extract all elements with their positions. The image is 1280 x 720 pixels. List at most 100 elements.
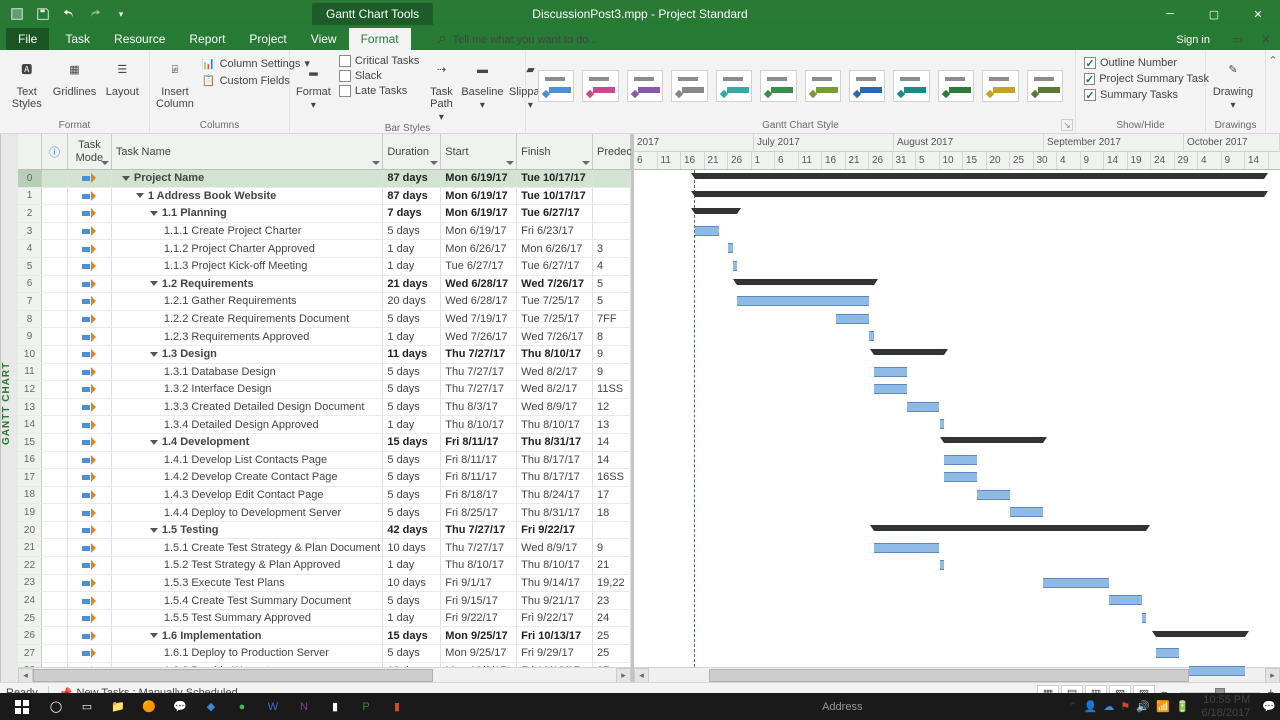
summary-bar[interactable] [737,279,873,285]
summary-bar[interactable] [874,349,945,355]
task-row[interactable]: 61.2 Requirements21 daysWed 6/28/17Wed 7… [18,276,631,294]
task-bar[interactable] [869,331,874,341]
predecessor-cell[interactable]: 5 [593,276,631,293]
task-name-cell[interactable]: 1.3 Design [112,346,384,363]
task-path-button[interactable]: ⇢Task Path▾ [427,52,455,123]
task-mode-cell[interactable] [68,381,112,398]
finish-cell[interactable]: Wed 8/2/17 [517,364,593,381]
task-name-cell[interactable]: 1.3.2 Interface Design [112,381,384,398]
row-number[interactable]: 11 [18,364,42,381]
layout-button[interactable]: ☰Layout [102,52,144,98]
scroll-right-icon[interactable]: ▸ [616,668,631,683]
task-bar[interactable] [940,560,945,570]
format-bar-button[interactable]: ▂Format▾ [296,52,331,111]
task-row[interactable]: 111.3.1 Database Design5 daysThu 7/27/17… [18,364,631,382]
task-row[interactable]: 271.6.1 Deploy to Production Server5 day… [18,645,631,663]
finish-cell[interactable]: Tue 7/25/17 [517,311,593,328]
task-mode-cell[interactable] [68,522,112,539]
row-number[interactable]: 18 [18,487,42,504]
row-number[interactable]: 26 [18,627,42,644]
finish-cell[interactable]: Fri 9/22/17 [517,522,593,539]
start-cell[interactable]: Mon 6/19/17 [441,188,517,205]
task-row[interactable]: 121.3.2 Interface Design5 daysThu 7/27/1… [18,381,631,399]
gantt-style-thumb[interactable] [1027,70,1063,102]
predecessor-cell[interactable]: 23 [593,592,631,609]
duration-cell[interactable]: 5 days [383,592,441,609]
duration-cell[interactable]: 1 day [383,258,441,275]
start-cell[interactable]: Thu 7/27/17 [441,346,517,363]
predecessor-cell[interactable] [593,205,631,222]
start-cell[interactable]: Wed 6/28/17 [441,293,517,310]
task-mode-cell[interactable] [68,170,112,187]
undo-icon[interactable] [58,3,80,25]
task-mode-cell[interactable] [68,504,112,521]
duration-cell[interactable]: 11 days [383,346,441,363]
finish-cell[interactable]: Thu 8/17/17 [517,452,593,469]
tell-me-search[interactable]: Tell me what you want to do... [431,30,602,50]
finish-cell[interactable]: Thu 8/17/17 [517,469,593,486]
tray-notifications-icon[interactable]: 💬 [1262,700,1276,713]
tray-volume-icon[interactable]: 🔊 [1136,700,1150,713]
task-name-cell[interactable]: 1.3.3 Created Detailed Design Document [112,399,384,416]
task-name-cell[interactable]: 1.4.4 Deploy to Development Server [112,504,384,521]
duration-cell[interactable]: 1 day [383,557,441,574]
summary-bar[interactable] [695,208,737,214]
task-mode-cell[interactable] [68,223,112,240]
finish-cell[interactable]: Tue 7/25/17 [517,293,593,310]
duration-cell[interactable]: 5 days [383,452,441,469]
gantt-style-thumb[interactable] [716,70,752,102]
predecessor-cell[interactable]: 3 [593,240,631,257]
ribbon-tab-task[interactable]: Task [53,28,102,50]
duration-cell[interactable]: 5 days [383,399,441,416]
task-mode-cell[interactable] [68,276,112,293]
duration-cell[interactable]: 1 day [383,416,441,433]
finish-cell[interactable]: Tue 10/17/17 [517,170,593,187]
row-number[interactable]: 23 [18,575,42,592]
col-header-taskmode[interactable]: Task Mode [68,134,112,169]
late-tasks-checkbox[interactable]: Late Tasks [337,84,422,98]
duration-cell[interactable]: 7 days [383,205,441,222]
duration-cell[interactable]: 15 days [383,434,441,451]
minimize-button[interactable]: ─ [1148,0,1192,28]
task-row[interactable]: 141.3.4 Detailed Design Approved1 dayThu… [18,416,631,434]
task-row[interactable]: 51.1.3 Project Kick-off Meeting1 dayTue … [18,258,631,276]
tray-onedrive-icon[interactable]: ☁ [1103,700,1114,713]
duration-cell[interactable]: 5 days [383,364,441,381]
task-name-cell[interactable]: 1.2 Requirements [112,276,384,293]
insert-column-button[interactable]: ⍯Insert Column [156,52,194,110]
row-number[interactable]: 15 [18,434,42,451]
col-header-finish[interactable]: Finish [517,134,593,169]
duration-cell[interactable]: 10 days [383,539,441,556]
gantt-style-thumb[interactable] [938,70,974,102]
summary-bar[interactable] [1156,631,1245,637]
finish-cell[interactable]: Thu 8/31/17 [517,434,593,451]
app-icon[interactable]: ◆ [196,693,226,720]
start-cell[interactable]: Fri 8/25/17 [441,504,517,521]
duration-cell[interactable]: 5 days [383,487,441,504]
task-name-cell[interactable]: 1.2.2 Create Requirements Document [112,311,384,328]
task-name-cell[interactable]: 1.3.4 Detailed Design Approved [112,416,384,433]
view-tab-gantt[interactable]: GANTT CHART [0,134,18,682]
task-row[interactable]: 21.1 Planning7 daysMon 6/19/17Tue 6/27/1… [18,205,631,223]
predecessor-cell[interactable]: 8 [593,328,631,345]
finish-cell[interactable]: Tue 10/17/17 [517,188,593,205]
task-mode-cell[interactable] [68,645,112,662]
task-bar[interactable] [1043,578,1109,588]
collapse-icon[interactable] [150,281,158,286]
row-number[interactable]: 9 [18,328,42,345]
start-cell[interactable]: Thu 7/27/17 [441,364,517,381]
tray-up-icon[interactable]: ⌃ [1068,700,1077,713]
task-bar[interactable] [944,472,977,482]
task-mode-cell[interactable] [68,539,112,556]
task-mode-cell[interactable] [68,575,112,592]
start-cell[interactable]: Thu 7/27/17 [441,522,517,539]
duration-cell[interactable]: 5 days [383,311,441,328]
task-name-cell[interactable]: 1.6.1 Deploy to Production Server [112,645,384,662]
slack-checkbox[interactable]: Slack [337,69,422,83]
task-name-cell[interactable]: 1.5.4 Create Test Summary Document [112,592,384,609]
finish-cell[interactable]: Thu 9/21/17 [517,592,593,609]
task-mode-cell[interactable] [68,610,112,627]
start-cell[interactable]: Thu 8/10/17 [441,416,517,433]
task-mode-cell[interactable] [68,364,112,381]
predecessor-cell[interactable]: 14 [593,452,631,469]
